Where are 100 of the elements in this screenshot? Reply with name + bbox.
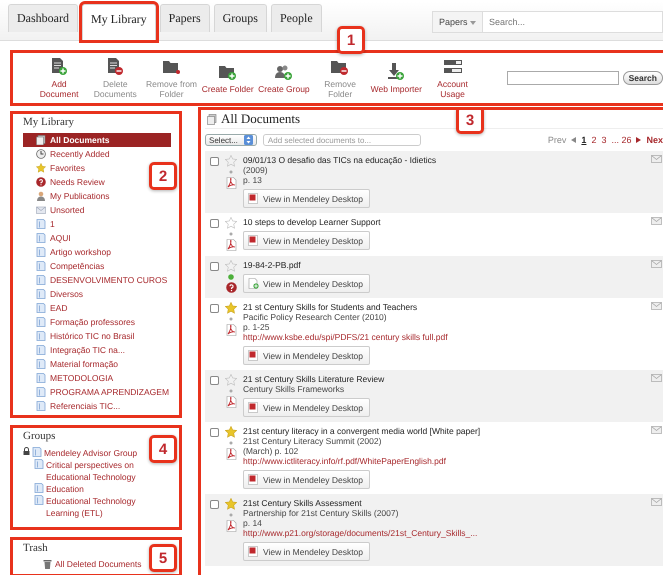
view-in-desktop-button[interactable]: View in Mendeley Desktop [243, 346, 370, 365]
sidebar-item[interactable]: 1 [23, 217, 55, 231]
nav-tab[interactable]: Groups [214, 4, 267, 32]
sidebar-item[interactable]: AQUI [23, 231, 71, 245]
row-checkbox[interactable] [210, 304, 219, 313]
pdf-icon[interactable] [226, 448, 236, 460]
row-checkbox[interactable] [210, 262, 219, 271]
star-icon[interactable] [225, 302, 237, 314]
document-url[interactable]: http://www.p21.org/storage/documents/21st_Century_Skills_... [243, 528, 478, 538]
sidebar-item[interactable]: Diversos [23, 287, 84, 301]
sidebar-item[interactable]: Material formação [23, 357, 118, 371]
pdf-icon[interactable] [226, 239, 236, 251]
document-url[interactable]: http://www.ictliteracy.info/rf.pdf/WhitePaperEnglish.pdf [243, 456, 446, 466]
page-link[interactable]: ... 26 [611, 135, 632, 145]
sidebar-item[interactable]: EAD [23, 301, 68, 315]
toolbar-button[interactable]: Web Importer [368, 62, 424, 94]
sidebar-item[interactable]: Histórico TIC no Brasil [23, 329, 134, 343]
view-in-desktop-button[interactable]: View in Mendeley Desktop [243, 470, 370, 489]
prev-page-link[interactable]: Prev [548, 135, 566, 145]
nav-tab[interactable]: Papers [160, 4, 210, 32]
toolbar-button[interactable]: Create Folder [200, 62, 256, 94]
search-scope-dropdown[interactable]: Papers [432, 11, 483, 33]
library-search-field[interactable] [506, 71, 619, 85]
page-link[interactable]: 1 [581, 135, 586, 145]
pdf-icon[interactable] [226, 324, 236, 336]
sidebar-item[interactable]: METODOLOGIA [23, 371, 114, 385]
sidebar-item[interactable]: Needs Review [23, 175, 105, 189]
document-url[interactable]: http://www.ksbe.edu/spi/PDFS/21 century skills full.pdf [243, 332, 448, 342]
envelope-icon[interactable] [651, 260, 662, 268]
view-in-desktop-button[interactable]: View in Mendeley Desktop [243, 231, 370, 250]
group-link[interactable]: Critical perspectives on Educational Technology [46, 459, 150, 483]
toolbar-button[interactable]: Remove from Folder [143, 57, 200, 99]
view-in-desktop-button[interactable]: View in Mendeley Desktop [243, 398, 370, 417]
sidebar-item[interactable]: My Publications [23, 189, 110, 203]
toolbar-button[interactable]: Account Usage [424, 57, 481, 99]
pdf-icon[interactable] [226, 520, 236, 532]
document-title[interactable]: 21 st Century Skills Literature Review [243, 374, 384, 384]
star-icon[interactable] [225, 498, 237, 510]
trash-link[interactable]: All Deleted Documents [55, 559, 142, 569]
sidebar-item[interactable]: PROGRAMA APRENDIZAGEM [23, 385, 170, 399]
sidebar-item[interactable]: Referenciais TIC... [23, 399, 120, 413]
row-checkbox[interactable] [210, 157, 219, 166]
toolbar-button[interactable]: Delete Documents [87, 57, 144, 99]
select-dropdown[interactable]: Select... [205, 134, 257, 146]
folder-icon [36, 387, 46, 397]
sidebar-item[interactable]: Formação professores [23, 315, 136, 329]
group-link[interactable]: Mendeley Advisor Group [44, 447, 138, 459]
star-icon[interactable] [225, 260, 237, 272]
sidebar-item[interactable]: Integração TIC na... [23, 343, 125, 357]
document-title[interactable]: 21 st Century Skills for Students and Teachers [243, 302, 418, 312]
group-link[interactable]: Educational Technology Learning (ETL) [46, 495, 150, 519]
view-in-desktop-button[interactable]: View in Mendeley Desktop [243, 542, 370, 561]
row-checkbox[interactable] [210, 428, 219, 437]
page-link[interactable]: 3 [601, 135, 606, 145]
pdf-icon[interactable] [226, 396, 236, 408]
nav-tab[interactable]: Dashboard [8, 4, 78, 32]
page-link[interactable]: 2 [591, 135, 596, 145]
folder-icon [34, 495, 44, 505]
group-link[interactable]: Education [46, 483, 84, 495]
pdf-icon[interactable] [226, 177, 236, 189]
envelope-icon[interactable] [651, 374, 662, 382]
sidebar-item[interactable]: Unsorted [23, 203, 84, 217]
document-title[interactable]: 10 steps to develop Learner Support [243, 217, 381, 227]
document-detail: p. 14 [243, 518, 262, 528]
next-page-link[interactable]: Nex [646, 135, 663, 145]
toolbar-button[interactable]: Create Group [256, 62, 312, 94]
document-title[interactable]: 21st century literacy in a convergent media world [White paper] [243, 426, 480, 436]
sidebar-item[interactable]: Competências [23, 259, 104, 273]
row-checkbox[interactable] [210, 376, 219, 385]
document-detail: 21st Century Literacy Summit (2002) [243, 436, 382, 446]
star-icon[interactable] [225, 217, 237, 229]
envelope-icon[interactable] [651, 302, 662, 310]
document-title[interactable]: 09/01/13 O desafio das TICs na educação - Idietics [243, 155, 436, 165]
star-icon[interactable] [225, 426, 237, 438]
envelope-icon[interactable] [651, 498, 662, 506]
sidebar-item[interactable]: Recently Added [23, 147, 110, 161]
envelope-icon[interactable] [651, 426, 662, 434]
folder-icon [34, 459, 44, 469]
toolbar-button[interactable]: Remove Folder [312, 57, 368, 99]
sidebar-item[interactable]: Favorites [23, 161, 85, 175]
document-title[interactable]: 21st Century Skills Assessment [243, 498, 362, 508]
sidebar-item[interactable]: Artigo workshop [23, 245, 111, 259]
envelope-icon[interactable] [651, 217, 662, 225]
document-title[interactable]: 19-84-2-PB.pdf [243, 260, 301, 270]
nav-tab[interactable]: People [270, 4, 322, 32]
search-field[interactable]: Search... [483, 11, 663, 33]
nav-tab[interactable]: My Library [82, 4, 156, 40]
toolbar-button[interactable]: Add Document [31, 57, 88, 99]
panel-title: Groups [23, 430, 56, 442]
sidebar-item[interactable]: DESENVOLVIMENTO CUROS [23, 273, 168, 287]
star-icon[interactable] [225, 374, 237, 386]
view-in-desktop-button[interactable]: View in Mendeley Desktop [243, 274, 370, 293]
row-checkbox[interactable] [210, 500, 219, 509]
folder-icon [36, 331, 46, 341]
search-button[interactable]: Search [622, 71, 663, 85]
sidebar-item[interactable]: All Documents [23, 133, 171, 147]
row-checkbox[interactable] [210, 219, 219, 228]
view-in-desktop-button[interactable]: View in Mendeley Desktop [243, 189, 370, 208]
star-icon[interactable] [225, 155, 237, 167]
envelope-icon[interactable] [651, 155, 662, 163]
